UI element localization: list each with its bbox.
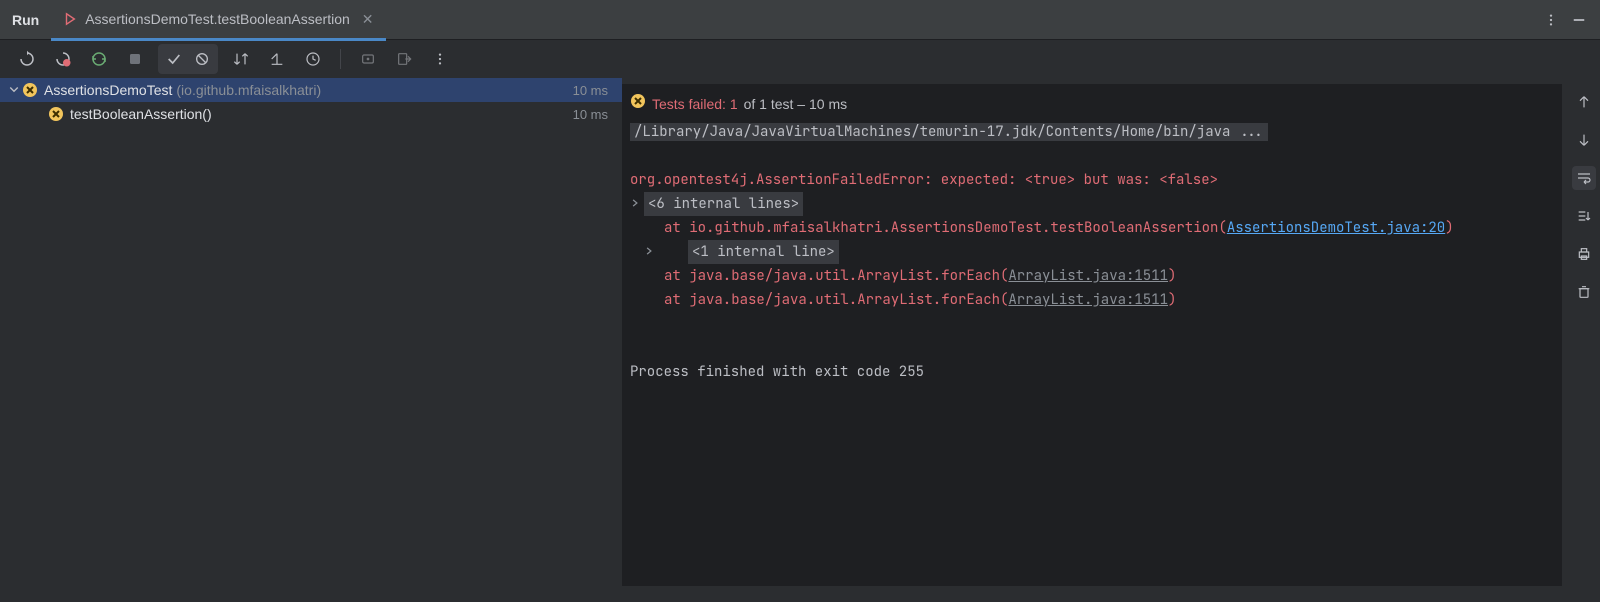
toolbar-separator: [340, 49, 341, 69]
chevron-down-icon[interactable]: [8, 82, 22, 98]
stop-icon[interactable]: [122, 46, 148, 72]
test-status-header: Tests failed: 1 of 1 test – 10 ms: [630, 90, 1562, 120]
test-method-duration: 10 ms: [573, 107, 614, 122]
internal-lines-fold[interactable]: <1 internal line>: [630, 240, 1562, 264]
export-tests-icon[interactable]: [391, 46, 417, 72]
rerun-icon[interactable]: [14, 46, 40, 72]
process-exit-line: Process finished with exit code 255: [630, 360, 1562, 384]
print-icon[interactable]: [1572, 242, 1596, 266]
import-tests-icon[interactable]: [355, 46, 381, 72]
chevron-right-icon[interactable]: [630, 192, 642, 216]
clear-all-icon[interactable]: [1572, 280, 1596, 304]
test-class-package: (io.github.mfaisalkhatri): [176, 82, 321, 98]
chevron-right-icon[interactable]: [644, 240, 656, 264]
test-class-row[interactable]: AssertionsDemoTest (io.github.mfaisalkha…: [0, 78, 622, 102]
tab-title: AssertionsDemoTest.testBooleanAssertion: [85, 11, 350, 27]
expand-all-icon[interactable]: [264, 46, 290, 72]
scroll-down-icon[interactable]: [1572, 128, 1596, 152]
minimize-icon[interactable]: [1570, 11, 1588, 29]
test-method-row[interactable]: testBooleanAssertion() 10 ms: [0, 102, 622, 126]
console-wrap: Tests failed: 1 of 1 test – 10 ms /Libra…: [622, 78, 1600, 602]
toolbar-more-icon[interactable]: [427, 46, 453, 72]
titlebar-right: [1542, 11, 1588, 29]
titlebar-left: Run AssertionsDemoTest.testBooleanAssert…: [12, 0, 1542, 40]
content-area: AssertionsDemoTest (io.github.mfaisalkha…: [0, 78, 1600, 602]
run-config-icon: [63, 12, 77, 26]
console-output[interactable]: Tests failed: 1 of 1 test – 10 ms /Libra…: [622, 84, 1562, 586]
show-ignored-icon[interactable]: [188, 46, 216, 72]
scroll-up-icon[interactable]: [1572, 90, 1596, 114]
sort-icon[interactable]: [228, 46, 254, 72]
close-tab-icon[interactable]: ✕: [362, 11, 374, 28]
scroll-to-end-icon[interactable]: [1572, 204, 1596, 228]
toggle-auto-test-icon[interactable]: [86, 46, 112, 72]
soft-wrap-icon[interactable]: [1572, 166, 1596, 190]
tests-failed-count: Tests failed: 1: [652, 92, 738, 116]
test-class-name: AssertionsDemoTest: [44, 82, 172, 98]
titlebar: Run AssertionsDemoTest.testBooleanAssert…: [0, 0, 1600, 40]
test-method-name: testBooleanAssertion(): [70, 106, 212, 122]
source-link[interactable]: AssertionsDemoTest.java:20: [1227, 219, 1445, 237]
test-history-icon[interactable]: [300, 46, 326, 72]
fold-label: <6 internal lines>: [644, 192, 803, 216]
source-link[interactable]: ArrayList.java:1511: [1008, 267, 1168, 285]
console-side-tools: [1568, 78, 1600, 602]
test-failed-icon: [48, 106, 64, 122]
run-tool-window-label: Run: [12, 12, 39, 28]
run-toolbar: [0, 40, 1600, 78]
source-link[interactable]: ArrayList.java:1511: [1008, 291, 1168, 309]
test-failed-icon: [630, 92, 646, 116]
more-options-icon[interactable]: [1542, 11, 1560, 29]
stack-frame: at java.base/java.util.ArrayList.forEach…: [630, 264, 1562, 288]
test-class-duration: 10 ms: [573, 83, 614, 98]
rerun-failed-icon[interactable]: [50, 46, 76, 72]
stack-frame: at io.github.mfaisalkhatri.AssertionsDem…: [630, 216, 1562, 240]
run-config-tab[interactable]: AssertionsDemoTest.testBooleanAssertion …: [51, 1, 385, 41]
tests-total-text: of 1 test – 10 ms: [744, 92, 848, 116]
command-line: /Library/Java/JavaVirtualMachines/temuri…: [630, 120, 1562, 144]
filter-group: [158, 44, 218, 74]
assertion-error-line: org.opentest4j.AssertionFailedError: exp…: [630, 168, 1562, 192]
test-failed-icon: [22, 82, 38, 98]
internal-lines-fold[interactable]: <6 internal lines>: [630, 192, 1562, 216]
stack-frame: at java.base/java.util.ArrayList.forEach…: [630, 288, 1562, 312]
test-tree-panel: AssertionsDemoTest (io.github.mfaisalkha…: [0, 78, 622, 602]
fold-label: <1 internal line>: [688, 240, 839, 264]
show-passed-icon[interactable]: [160, 46, 188, 72]
